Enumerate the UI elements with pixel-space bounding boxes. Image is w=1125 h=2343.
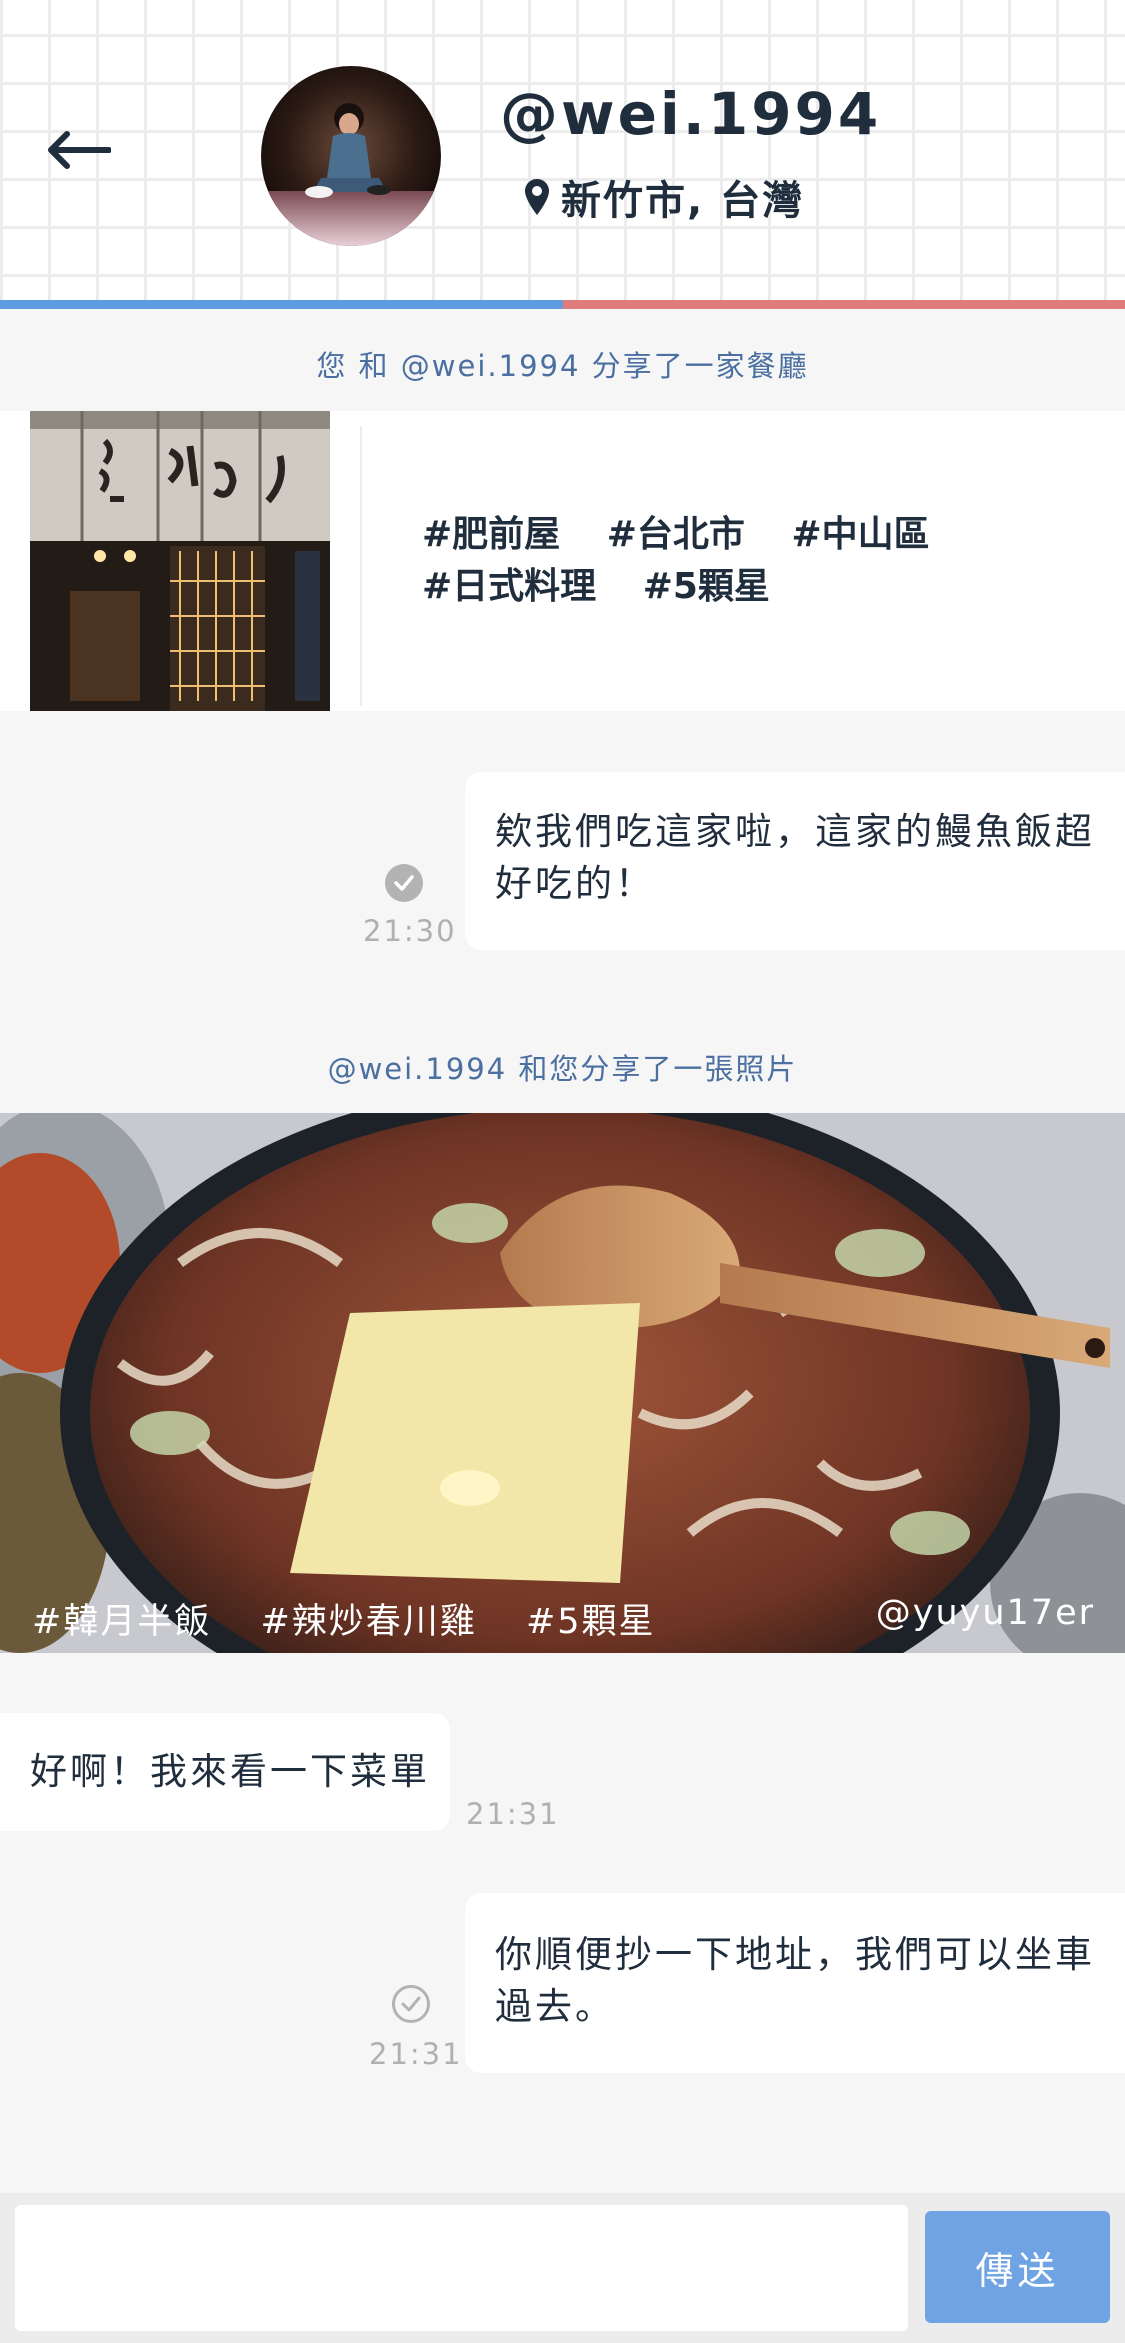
progress-left [0,300,563,309]
header-progress-bar [0,300,1125,309]
incoming-message-bubble[interactable]: 好啊！我來看一下菜單 [0,1713,450,1831]
arrow-left-icon [48,131,111,169]
shared-food-photo[interactable]: #韓月半飯 #辣炒春川雞 #5顆星 @yuyu17er [0,1113,1125,1653]
photo-tag[interactable]: #韓月半飯 [32,1602,211,1642]
photo-credit[interactable]: @yuyu17er [876,1593,1095,1633]
message-text: 好啊！我來看一下菜單 [30,1750,430,1793]
restaurant-share-notice: 您 和 @wei.1994 分享了一家餐廳 [316,349,809,383]
card-divider [360,426,362,706]
back-button[interactable] [38,115,118,185]
restaurant-photo[interactable] [30,411,330,711]
progress-right [562,300,1125,309]
restaurant-card[interactable]: #肥前屋 #台北市 #中山區 #日式料理 #5顆星 [0,411,1125,711]
location-text: 新竹市, 台灣 [561,178,805,224]
message-text: 欸我們吃這家啦，這家的鰻魚飯超好吃的！ [495,810,1095,905]
message-time: 21:31 [369,2037,463,2071]
contact-location: 新竹市, 台灣 [523,172,804,224]
outgoing-message-bubble[interactable]: 你順便抄一下地址，我們可以坐車過去。 [465,1893,1125,2073]
restaurant-tag[interactable]: #中山區 [791,509,929,561]
restaurant-tags: #肥前屋 #台北市 #中山區 #日式料理 #5顆星 [422,509,1102,613]
chat-header: @wei.1994 新竹市, 台灣 [0,0,1125,300]
photo-tag[interactable]: #辣炒春川雞 [260,1602,476,1642]
restaurant-storefront-image [30,411,330,711]
composer-bar: 傳送 [0,2193,1125,2343]
read-check-icon [385,864,423,902]
photo-tags: #韓月半飯 #辣炒春川雞 #5顆星 [32,1593,692,1644]
map-pin-icon [525,179,549,215]
photo-share-notice: @wei.1994 和您分享了一張照片 [327,1052,798,1086]
contact-username: @wei.1994 [500,80,882,148]
photo-tag[interactable]: #5顆星 [526,1602,656,1642]
restaurant-tag[interactable]: #5顆星 [643,561,770,613]
restaurant-tag[interactable]: #日式料理 [422,561,596,613]
message-time: 21:30 [363,914,457,948]
avatar-photo [261,66,441,246]
restaurant-tag[interactable]: #台北市 [607,509,745,561]
message-text: 你順便抄一下地址，我們可以坐車過去。 [495,1933,1095,2028]
send-button[interactable]: 傳送 [925,2211,1110,2323]
avatar[interactable] [261,66,441,246]
sent-check-icon [392,1985,430,2023]
restaurant-tag[interactable]: #肥前屋 [422,509,560,561]
outgoing-message-bubble[interactable]: 欸我們吃這家啦，這家的鰻魚飯超好吃的！ [465,772,1125,950]
message-input[interactable] [15,2205,908,2331]
food-image [0,1113,1125,1653]
message-time: 21:31 [466,1797,560,1831]
